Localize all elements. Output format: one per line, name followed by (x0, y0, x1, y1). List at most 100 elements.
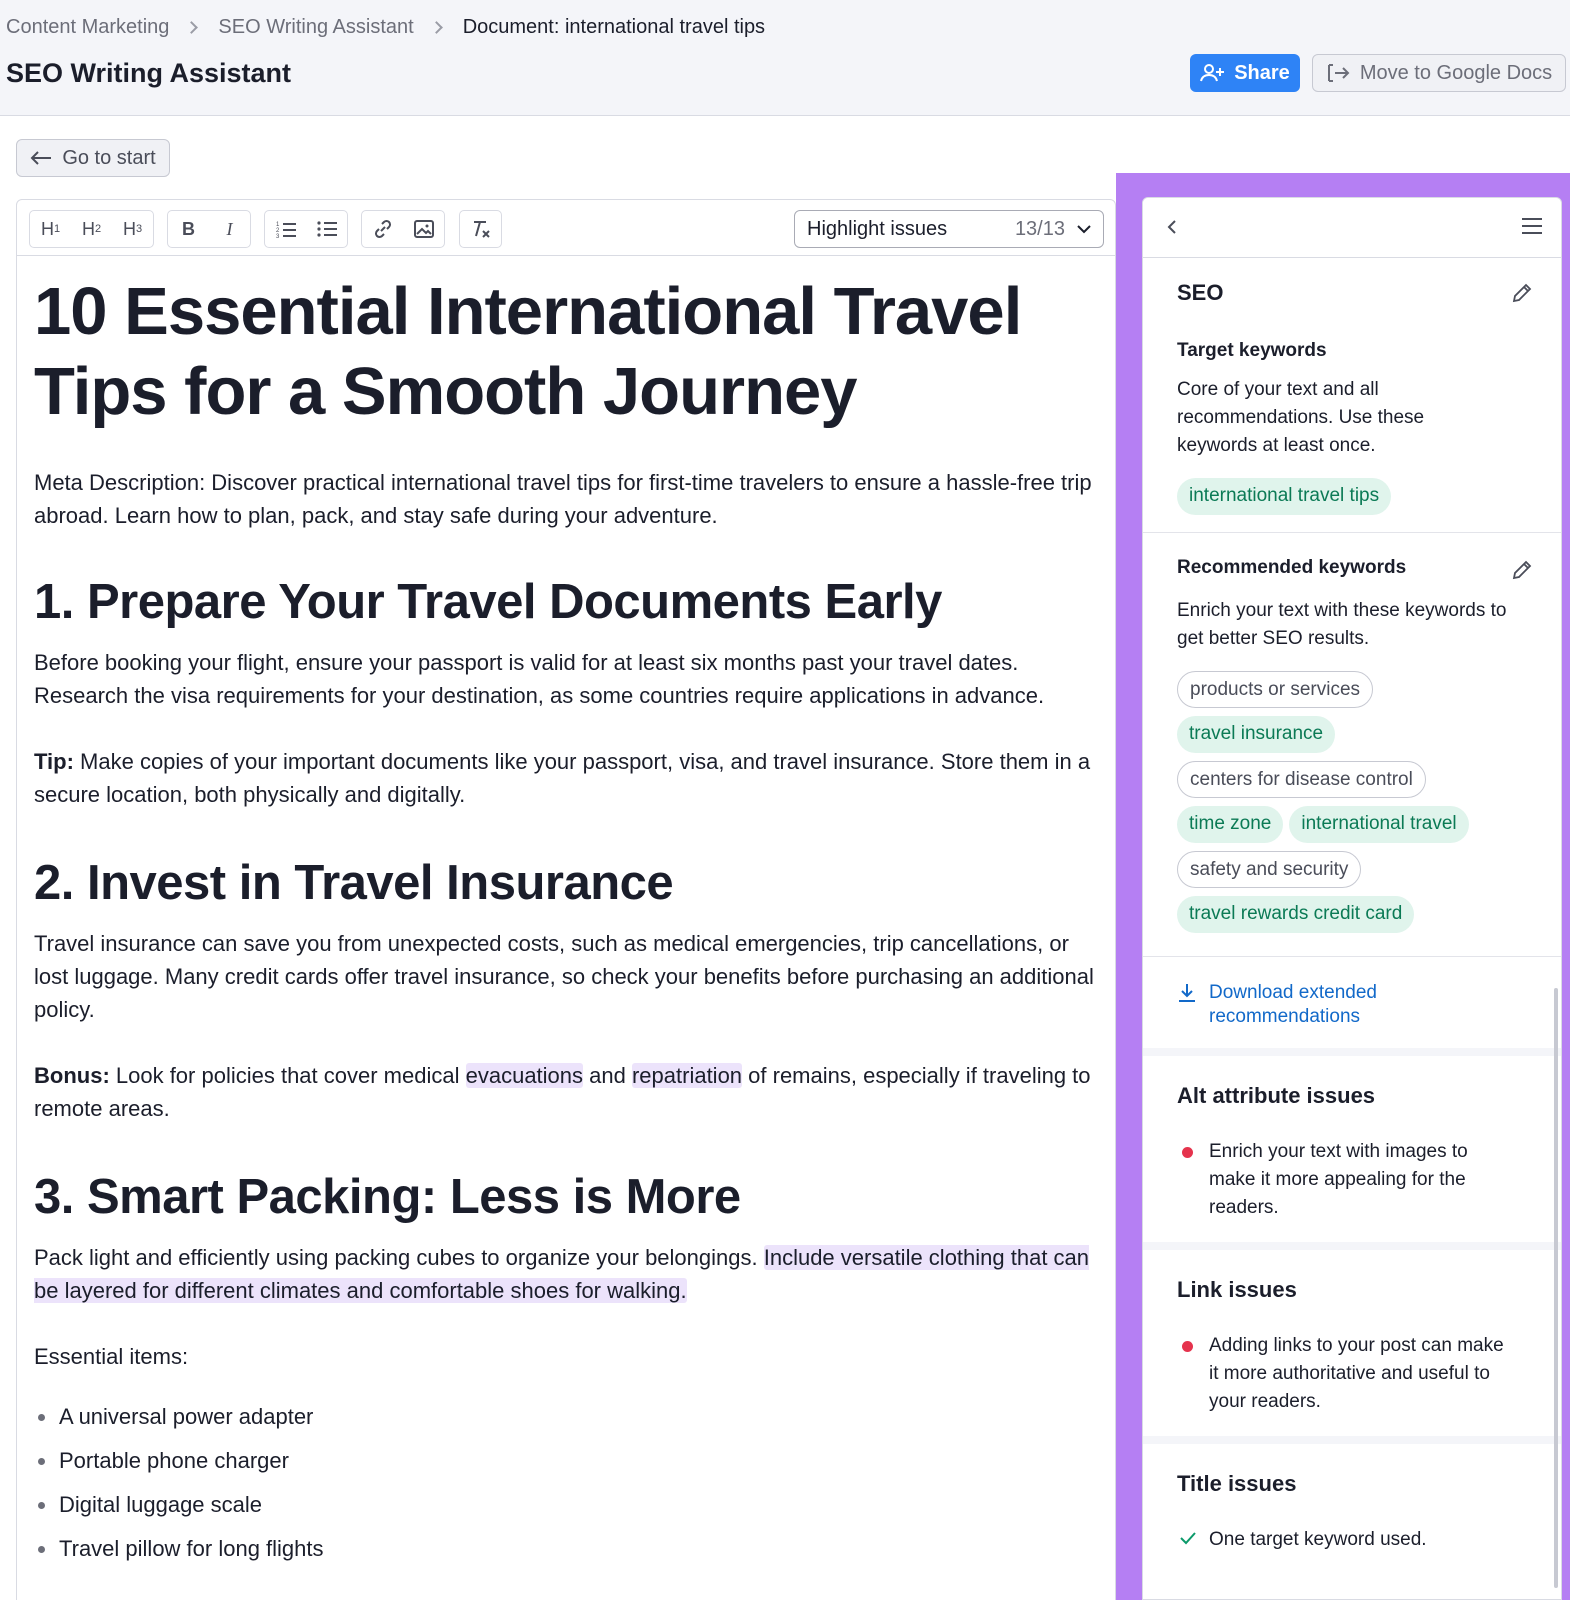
bullet-list-button[interactable] (306, 211, 347, 247)
heading-2-button[interactable]: H2 (71, 211, 112, 247)
keyword-pill[interactable]: safety and security (1177, 851, 1362, 888)
image-button[interactable] (403, 211, 444, 247)
essential-items-label: Essential items: (34, 1344, 189, 1369)
highlight-issues-select[interactable]: Highlight issues 13/13 (794, 210, 1104, 248)
export-icon (1327, 64, 1350, 82)
keyword-pill[interactable]: centers for disease control (1177, 761, 1426, 798)
keyword-pill[interactable]: products or services (1177, 671, 1374, 708)
alt-attribute-issues-title: Alt attribute issues (1177, 1083, 1376, 1108)
meta-description: Meta Description: Discover practical int… (34, 470, 1092, 528)
italic-button[interactable]: I (209, 211, 250, 247)
chevron-left-icon[interactable] (1167, 219, 1177, 235)
seo-recommendations-panel: SEO Target keywords Core of your text an… (1142, 197, 1562, 1600)
document-content[interactable]: 10 Essential International Travel Tips f… (34, 272, 1094, 1571)
heading-3-button[interactable]: H3 (112, 211, 153, 247)
list-item: Portable phone charger (34, 1439, 1094, 1483)
recommended-keywords-title: Recommended keywords (1177, 557, 1407, 578)
download-card: Download extended recommendations (1143, 956, 1561, 1048)
editor-toolbar: H1 H2 H3 B I 123 Highlight issues 13/13 (17, 200, 1115, 256)
pencil-icon[interactable] (1511, 559, 1533, 581)
keyword-pill[interactable]: international travel (1289, 806, 1469, 843)
title-issue: One target keyword used. (1177, 1526, 1535, 1554)
section-1-tip: Tip: Make copies of your important docum… (34, 745, 1094, 811)
checkmark-icon (1180, 1532, 1196, 1545)
link-icon (374, 219, 391, 239)
heading-buttons-group: H1 H2 H3 (29, 210, 154, 248)
panel-top-bar (1143, 198, 1561, 258)
download-extended-recommendations-link[interactable]: Download extended recommendations (1177, 981, 1535, 1029)
alt-attribute-issues-card: Alt attribute issues Enrich your text wi… (1143, 1056, 1561, 1242)
pencil-icon[interactable] (1511, 282, 1533, 304)
essential-items-list: A universal power adapter Portable phone… (34, 1395, 1094, 1571)
title-issue-text: One target keyword used. (1209, 1529, 1427, 1550)
go-to-start-label: Go to start (62, 146, 156, 169)
list-item: Digital luggage scale (34, 1483, 1094, 1527)
header: Content Marketing SEO Writing Assistant … (0, 0, 1570, 116)
target-keywords-description: Core of your text and all recommendation… (1177, 379, 1425, 456)
document-title: 10 Essential International Travel Tips f… (34, 274, 1022, 429)
keyword-pill[interactable]: travel insurance (1177, 716, 1336, 753)
title-issues-card: Title issues One target keyword used. (1143, 1444, 1561, 1599)
keyword-pill[interactable]: international travel tips (1177, 478, 1392, 515)
section-1-heading: 1. Prepare Your Travel Documents Early (34, 575, 942, 629)
arrow-left-icon (30, 151, 52, 165)
link-button[interactable] (362, 211, 403, 247)
section-3-heading: 3. Smart Packing: Less is More (34, 1170, 741, 1224)
section-3-paragraph: Pack light and efficiently using packing… (34, 1245, 1090, 1303)
gdocs-label: Move to Google Docs (1359, 61, 1553, 84)
clear-formatting-button[interactable] (460, 211, 501, 247)
target-keywords-title: Target keywords (1177, 340, 1327, 361)
share-button[interactable]: Share (1190, 54, 1300, 92)
error-dot-icon (1182, 1147, 1193, 1158)
breadcrumb-content-marketing[interactable]: Content Marketing (6, 16, 169, 39)
panel-scrollbar[interactable] (1554, 988, 1558, 1588)
bullet-list-icon (316, 221, 337, 237)
keyword-pill[interactable]: time zone (1177, 806, 1284, 843)
document-editor: H1 H2 H3 B I 123 Highlight issues 13/13 … (16, 199, 1116, 1600)
section-2-heading: 2. Invest in Travel Insurance (34, 856, 674, 910)
highlighted-issue[interactable]: evacuations (465, 1063, 584, 1088)
section-1-paragraph: Before booking your flight, ensure your … (34, 650, 1045, 708)
alt-attribute-issue-text: Enrich your text with images to make it … (1209, 1141, 1468, 1218)
title-issues-title: Title issues (1177, 1471, 1297, 1496)
recommended-keywords-list: products or services travel insurance ce… (1177, 671, 1507, 933)
add-user-icon (1200, 64, 1225, 82)
go-to-start-button[interactable]: Go to start (16, 139, 170, 177)
download-icon (1179, 984, 1195, 1002)
breadcrumb: Content Marketing SEO Writing Assistant … (6, 16, 765, 39)
download-label: Download extended recommendations (1209, 982, 1377, 1027)
seo-title: SEO (1177, 280, 1224, 305)
ordered-list-icon: 123 (276, 222, 296, 238)
section-2-bonus: Bonus: Look for policies that cover medi… (34, 1063, 1091, 1121)
chevron-right-icon (185, 21, 199, 34)
format-buttons-group: B I (167, 210, 251, 248)
recommended-keywords-card: Recommended keywords Enrich your text wi… (1143, 533, 1561, 956)
target-keywords-list: international travel tips (1177, 478, 1535, 515)
tip-text: Make copies of your important documents … (34, 749, 1091, 807)
list-item: Travel pillow for long flights (34, 1527, 1094, 1571)
link-issue-text: Adding links to your post can make it mo… (1209, 1335, 1504, 1412)
keyword-pill[interactable]: travel rewards credit card (1177, 896, 1415, 933)
highlight-issues-label: Highlight issues (807, 217, 948, 240)
breadcrumb-current-document: Document: international travel tips (462, 16, 766, 38)
bonus-label: Bonus: (34, 1063, 110, 1088)
ordered-list-button[interactable]: 123 (265, 211, 306, 247)
insert-buttons-group (361, 210, 445, 248)
menu-icon[interactable] (1521, 217, 1543, 235)
alt-attribute-issue: Enrich your text with images to make it … (1177, 1138, 1535, 1222)
recommended-keywords-description: Enrich your text with these keywords to … (1177, 600, 1507, 649)
highlighted-issue[interactable]: repatriation (631, 1063, 743, 1088)
share-label: Share (1234, 61, 1290, 84)
link-issue: Adding links to your post can make it mo… (1177, 1332, 1535, 1416)
image-icon (413, 220, 434, 238)
clear-format-group (459, 210, 502, 248)
link-issues-title: Link issues (1177, 1277, 1297, 1302)
bold-button[interactable]: B (168, 211, 209, 247)
breadcrumb-seo-writing-assistant[interactable]: SEO Writing Assistant (218, 16, 413, 39)
heading-1-button[interactable]: H1 (30, 211, 71, 247)
list-buttons-group: 123 (264, 210, 348, 248)
list-item: A universal power adapter (34, 1395, 1094, 1439)
move-to-google-docs-button[interactable]: Move to Google Docs (1312, 54, 1566, 92)
tip-label: Tip: (34, 749, 74, 774)
highlight-issues-count: 13/13 (1014, 217, 1065, 240)
